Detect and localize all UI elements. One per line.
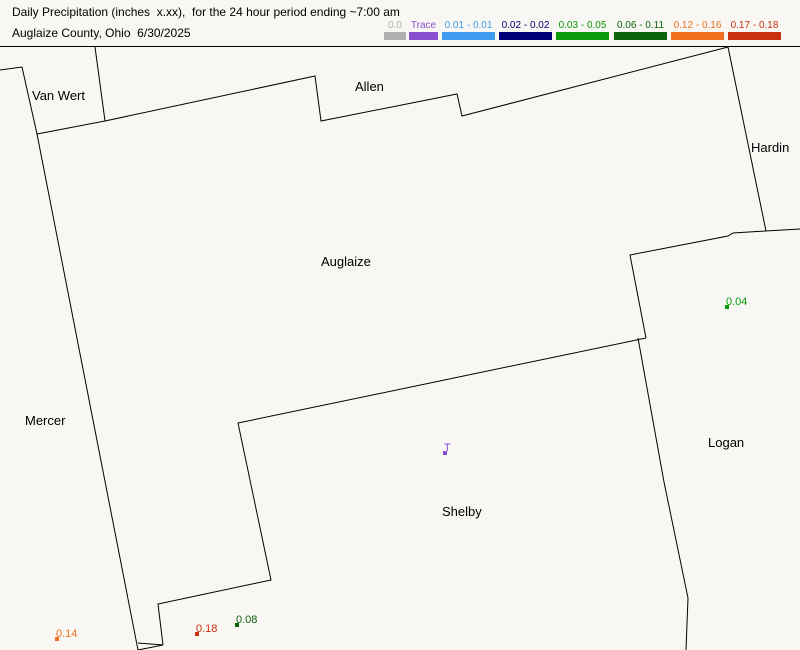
legend-item-label: 0.0 <box>388 20 402 31</box>
legend-item-swatch <box>614 32 667 40</box>
county-label-hardin: Hardin <box>751 140 789 155</box>
legend-item: Trace <box>409 20 438 42</box>
map-subtitle: Auglaize County, Ohio 6/30/2025 <box>12 26 191 40</box>
station-value-label: T <box>444 442 451 454</box>
legend-item-label: Trace <box>410 20 437 31</box>
station-value-label: 0.18 <box>196 623 217 635</box>
legend-item: 0.12 - 0.16 <box>671 20 724 42</box>
map-header: Daily Precipitation (inches x.xx), for t… <box>0 0 800 47</box>
legend-item: 0.03 - 0.05 <box>556 20 609 42</box>
county-label-allen: Allen <box>355 79 384 94</box>
legend-item: 0.17 - 0.18 <box>728 20 781 42</box>
legend-item-label: 0.17 - 0.18 <box>730 20 779 31</box>
legend-item-swatch <box>556 32 609 40</box>
map-frame: Van Wert Allen Hardin Auglaize Mercer Logan Sh… <box>0 0 800 650</box>
county-label-logan: Logan <box>708 435 744 450</box>
station-value-label: 0.14 <box>56 628 77 640</box>
legend-item: 0.01 - 0.01 <box>442 20 495 42</box>
county-label-van-wert: Van Wert <box>32 88 85 103</box>
map-title: Daily Precipitation (inches x.xx), for t… <box>12 5 400 19</box>
legend-item-swatch <box>384 32 406 40</box>
legend-item-swatch <box>499 32 552 40</box>
legend-item-label: 0.12 - 0.16 <box>673 20 722 31</box>
legend-item-swatch <box>671 32 724 40</box>
legend-item: 0.02 - 0.02 <box>499 20 552 42</box>
legend-item-swatch <box>442 32 495 40</box>
legend-item-label: 0.03 - 0.05 <box>558 20 607 31</box>
legend-item: 0.06 - 0.11 <box>614 20 667 42</box>
station-value-label: 0.04 <box>726 296 747 308</box>
county-label-mercer: Mercer <box>25 413 66 428</box>
county-label-auglaize: Auglaize <box>321 254 371 269</box>
legend-item-swatch <box>728 32 781 40</box>
county-map: Van Wert Allen Hardin Auglaize Mercer Logan Sh… <box>0 0 800 650</box>
legend-item-label: 0.06 - 0.11 <box>616 20 665 31</box>
county-label-shelby: Shelby <box>442 504 482 519</box>
legend-item-label: 0.01 - 0.01 <box>444 20 493 31</box>
legend-item-label: 0.02 - 0.02 <box>501 20 550 31</box>
legend-item: 0.0 <box>384 20 406 42</box>
station-value-label: 0.08 <box>236 614 257 626</box>
legend-item-swatch <box>409 32 438 40</box>
